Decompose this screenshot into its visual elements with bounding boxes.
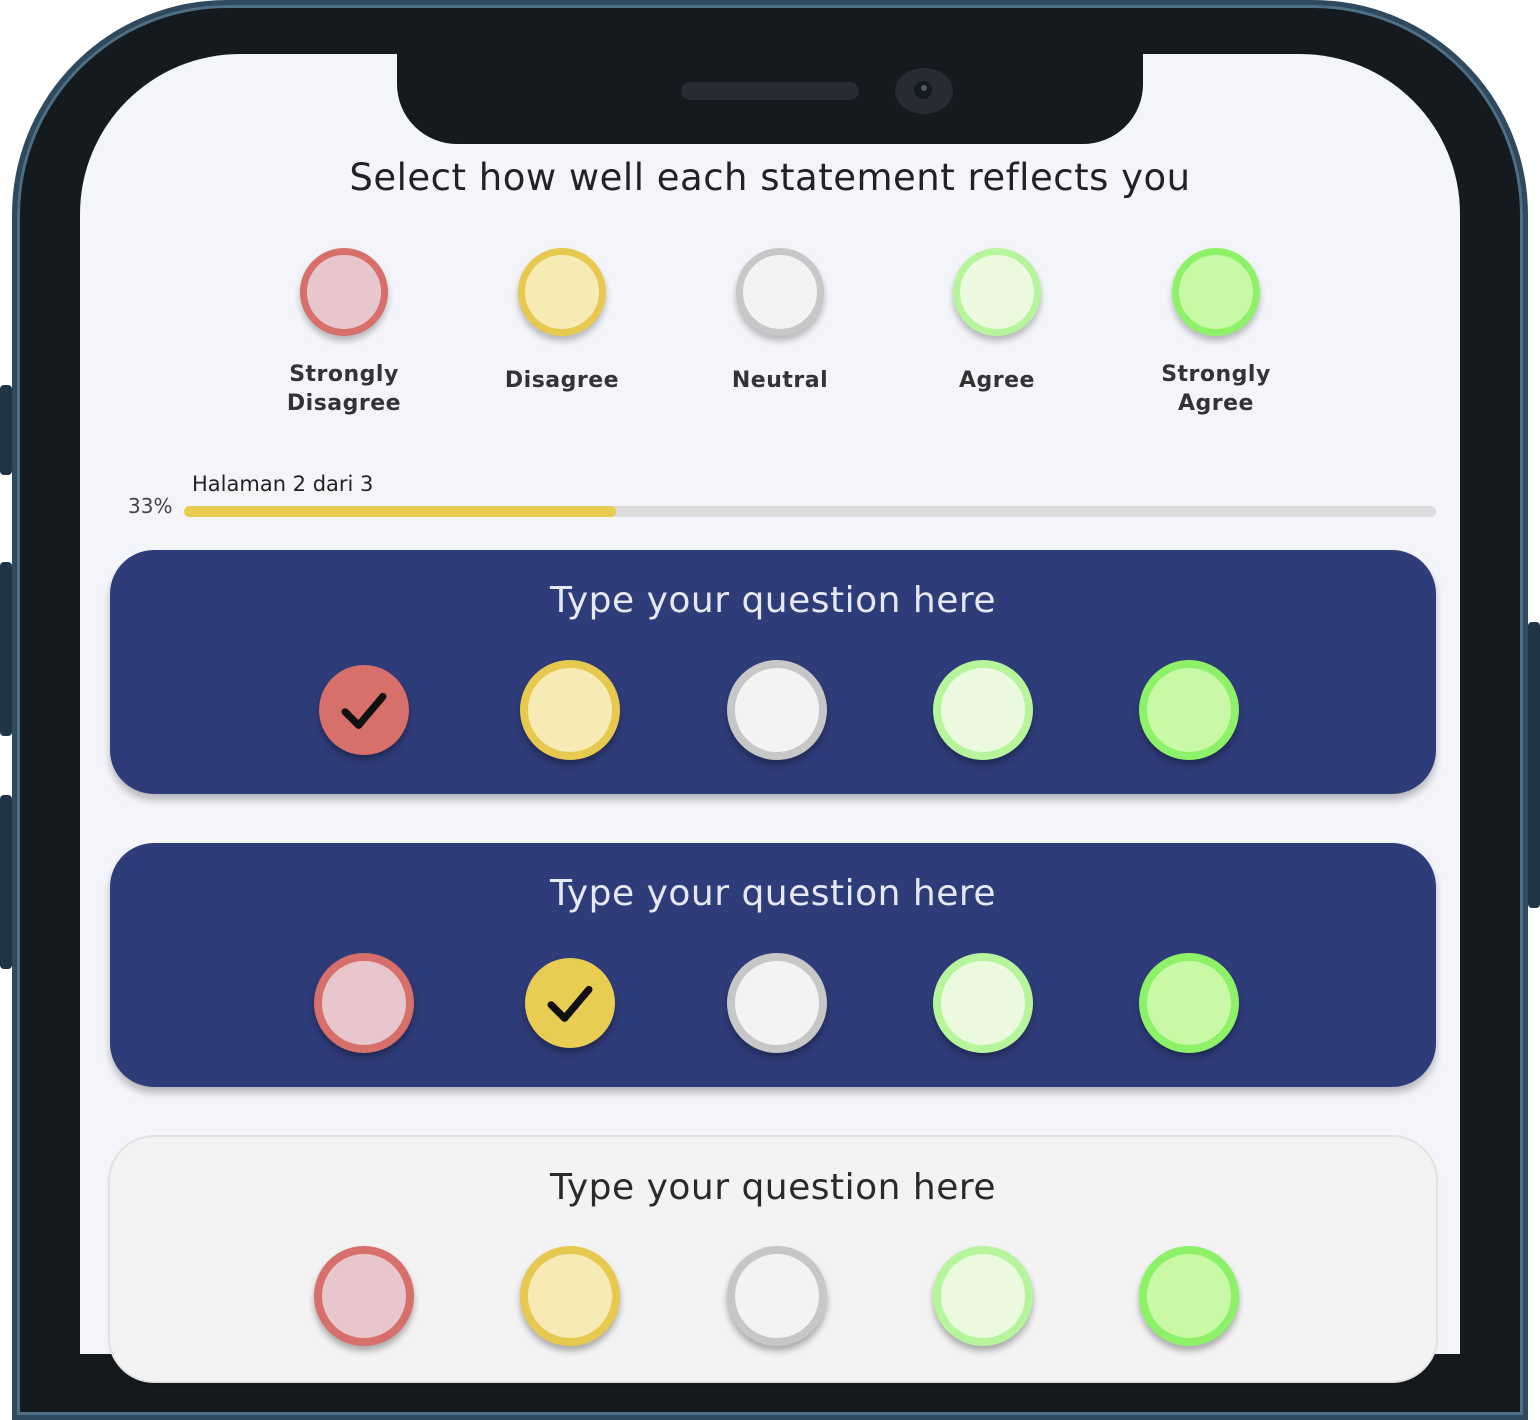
power-button — [1528, 622, 1540, 908]
progress-percent: 33% — [128, 494, 173, 518]
q2-option-neutral[interactable] — [727, 953, 827, 1053]
speaker-grille — [681, 82, 859, 100]
q1-option-agree[interactable] — [933, 660, 1033, 760]
volume-down-button — [0, 795, 12, 969]
legend-label-disagree: Disagree — [504, 368, 620, 393]
legend-circle-strongly-agree — [1172, 248, 1260, 336]
legend-label-strongly-disagree: Strongly Disagree — [286, 362, 402, 416]
page-title: Select how well each statement reflects … — [349, 156, 1191, 199]
legend-agree: Agree — [897, 248, 1097, 395]
q3-option-strongly-disagree[interactable] — [314, 1246, 414, 1346]
q1-option-strongly-agree[interactable] — [1139, 660, 1239, 760]
silent-switch — [0, 385, 12, 475]
q2-option-strongly-agree[interactable] — [1139, 953, 1239, 1053]
progress-page-label: Halaman 2 dari 3 — [192, 472, 374, 496]
q1-option-strongly-disagree[interactable] — [319, 665, 409, 755]
q2-option-strongly-disagree[interactable] — [314, 953, 414, 1053]
question-text: Type your question here — [549, 580, 997, 621]
q3-option-neutral[interactable] — [727, 1246, 827, 1346]
legend-neutral: Neutral — [680, 248, 880, 395]
q1-option-disagree[interactable] — [520, 660, 620, 760]
q1-option-neutral[interactable] — [727, 660, 827, 760]
phone-notch — [397, 30, 1143, 144]
legend-label-strongly-agree: Strongly Agree — [1161, 362, 1271, 416]
question-text: Type your question here — [549, 1167, 997, 1208]
checkmark-icon — [341, 692, 387, 729]
checkmark-icon — [547, 985, 593, 1022]
q3-option-disagree[interactable] — [520, 1246, 620, 1346]
q3-option-strongly-agree[interactable] — [1139, 1246, 1239, 1346]
q2-option-disagree[interactable] — [525, 958, 615, 1048]
legend-strongly-agree: Strongly Agree — [1116, 248, 1316, 418]
volume-up-button — [0, 562, 12, 736]
legend-circle-agree — [953, 248, 1041, 336]
front-camera-icon — [895, 68, 953, 114]
legend-strongly-disagree: Strongly Disagree — [244, 248, 444, 418]
legend-circle-disagree — [518, 248, 606, 336]
progress-bar — [184, 506, 1436, 517]
progress-bar-fill — [184, 506, 616, 517]
legend-circle-neutral — [736, 248, 824, 336]
q2-option-agree[interactable] — [933, 953, 1033, 1053]
legend-label-agree: Agree — [959, 368, 1035, 393]
q3-option-agree[interactable] — [933, 1246, 1033, 1346]
legend-disagree: Disagree — [462, 248, 662, 395]
legend-circle-strongly-disagree — [300, 248, 388, 336]
legend-label-neutral: Neutral — [731, 368, 829, 393]
question-text: Type your question here — [549, 873, 997, 914]
